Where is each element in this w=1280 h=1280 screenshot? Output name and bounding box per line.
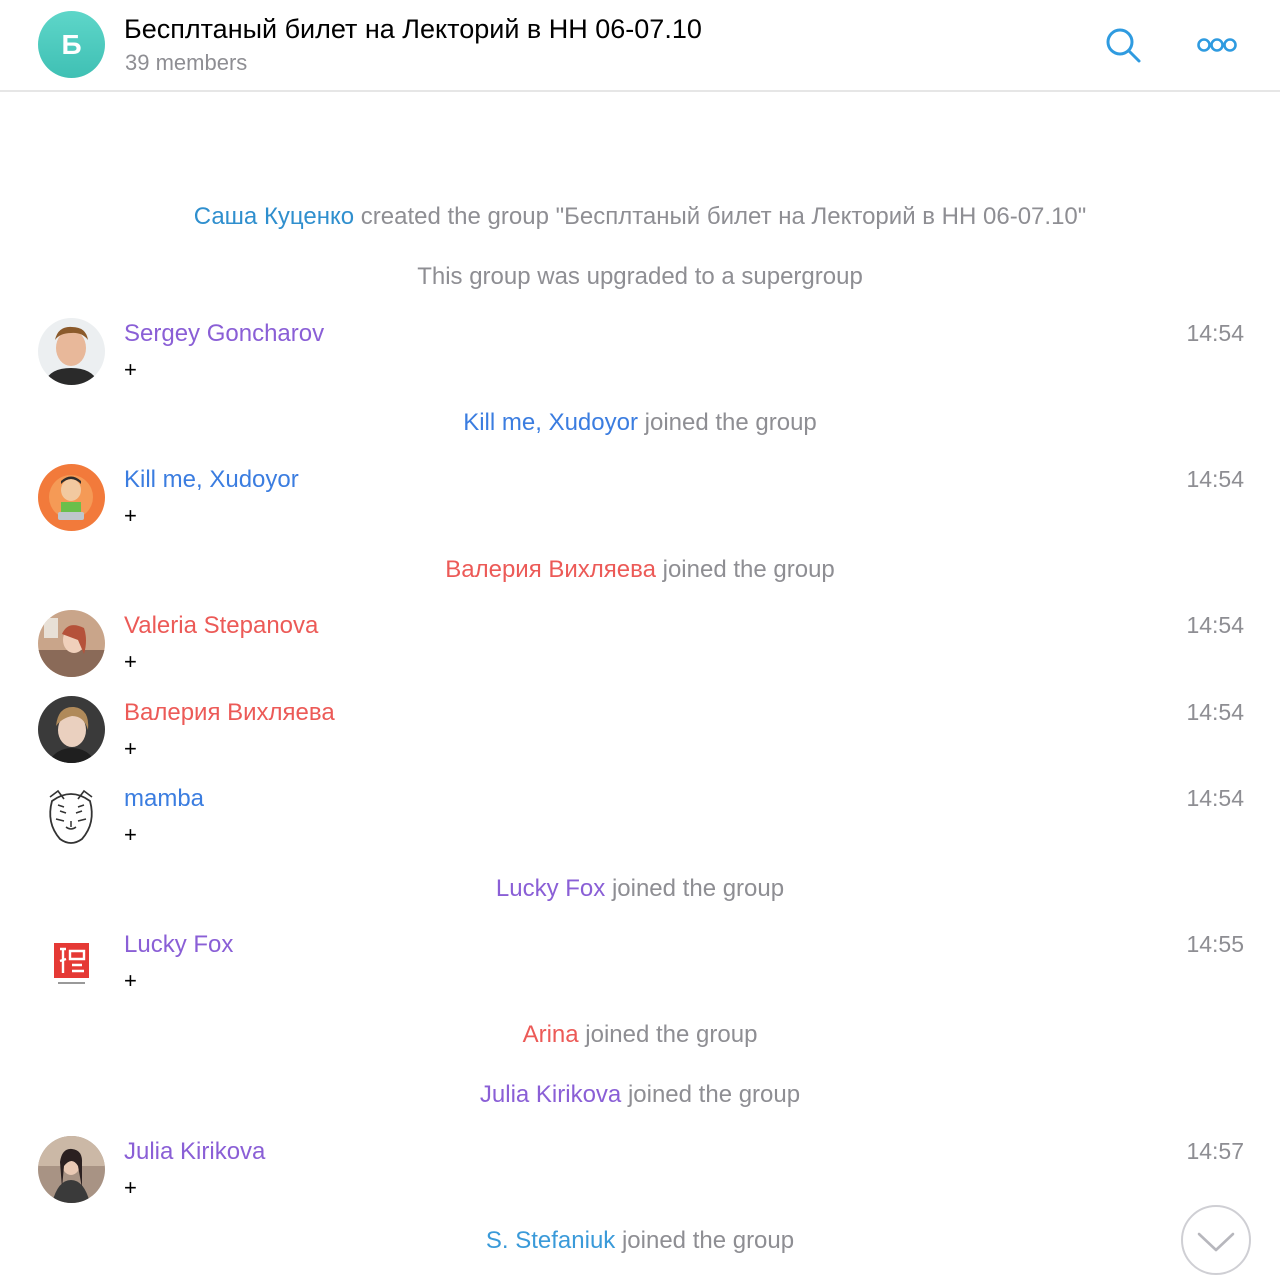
service-actor[interactable]: Kill me, Xudoyor bbox=[463, 409, 638, 436]
message-time: 14:54 bbox=[1186, 785, 1244, 811]
message-author[interactable]: Kill me, Xudoyor bbox=[124, 466, 299, 494]
message-author[interactable]: Valeria Stepanova bbox=[124, 612, 318, 640]
service-actor[interactable]: Arina bbox=[523, 1021, 579, 1048]
message-author[interactable]: Валерия Вихляева bbox=[124, 699, 335, 727]
search-icon bbox=[1106, 28, 1141, 63]
tiger-sketch-icon bbox=[38, 783, 105, 850]
message-time: 14:54 bbox=[1186, 699, 1244, 725]
service-message: Lucky Fox joined the group bbox=[0, 875, 1280, 903]
message-text: + bbox=[124, 1175, 137, 1200]
service-actor[interactable]: S. Stefaniuk bbox=[486, 1227, 615, 1254]
chat-header: Б Бесплтаный билет на Лекторий в НН 06-0… bbox=[0, 0, 1280, 92]
message-time: 14:55 bbox=[1186, 931, 1244, 957]
message-text: + bbox=[124, 822, 137, 847]
message-author[interactable]: Sergey Goncharov bbox=[124, 320, 324, 348]
message-time: 14:54 bbox=[1186, 612, 1244, 638]
service-message: This group was upgraded to a supergroup bbox=[0, 263, 1280, 291]
member-count: 39 members bbox=[125, 50, 248, 75]
avatar[interactable] bbox=[38, 696, 105, 763]
service-message: Arina joined the group bbox=[0, 1021, 1280, 1049]
message-text: + bbox=[124, 503, 137, 528]
user-photo-icon bbox=[38, 318, 105, 385]
message-time: 14:57 bbox=[1186, 1138, 1244, 1164]
user-photo-icon bbox=[38, 610, 105, 677]
scroll-to-bottom-button[interactable] bbox=[1181, 1205, 1251, 1275]
service-text: joined the group bbox=[655, 556, 835, 583]
message-author[interactable]: Julia Kirikova bbox=[124, 1138, 265, 1166]
more-button[interactable] bbox=[1192, 28, 1242, 62]
service-message: S. Stefaniuk joined the group bbox=[0, 1227, 1280, 1255]
avatar[interactable] bbox=[38, 610, 105, 677]
search-button[interactable] bbox=[1100, 22, 1146, 68]
service-message: Валерия Вихляева joined the group bbox=[0, 556, 1280, 584]
chevron-down-icon bbox=[1197, 1232, 1235, 1252]
service-actor[interactable]: Julia Kirikova bbox=[480, 1081, 621, 1108]
cartoon-avatar-icon bbox=[38, 464, 105, 531]
service-text: created the group "Бесплтаный билет на Л… bbox=[354, 203, 1087, 230]
service-text: joined the group bbox=[615, 1227, 795, 1254]
message-text: + bbox=[124, 968, 137, 993]
avatar[interactable] bbox=[38, 464, 105, 531]
service-text: This group was upgraded to a supergroup bbox=[417, 263, 863, 290]
more-icon bbox=[1197, 38, 1237, 52]
service-text: joined the group bbox=[621, 1081, 801, 1108]
message-text: + bbox=[124, 649, 137, 674]
user-photo-icon bbox=[38, 1136, 105, 1203]
service-text: joined the group bbox=[605, 875, 785, 902]
avatar[interactable] bbox=[38, 929, 105, 996]
group-avatar[interactable]: Б bbox=[38, 11, 105, 78]
message-text: + bbox=[124, 736, 137, 761]
service-message: Kill me, Xudoyor joined the group bbox=[0, 409, 1280, 437]
service-actor[interactable]: Саша Куценко bbox=[194, 203, 354, 230]
service-actor[interactable]: Lucky Fox bbox=[496, 875, 605, 902]
lucky-fox-logo-icon bbox=[38, 929, 105, 996]
service-text: joined the group bbox=[578, 1021, 758, 1048]
service-message: Саша Куценко created the group "Бесплтан… bbox=[0, 203, 1280, 231]
avatar[interactable] bbox=[38, 318, 105, 385]
service-text: joined the group bbox=[637, 409, 817, 436]
service-message: Julia Kirikova joined the group bbox=[0, 1081, 1280, 1109]
chat-title[interactable]: Бесплтаный билет на Лекторий в НН 06-07.… bbox=[124, 14, 702, 45]
message-time: 14:54 bbox=[1186, 320, 1244, 346]
message-author[interactable]: mamba bbox=[124, 785, 204, 813]
avatar[interactable] bbox=[38, 1136, 105, 1203]
message-time: 14:54 bbox=[1186, 466, 1244, 492]
message-author[interactable]: Lucky Fox bbox=[124, 931, 233, 959]
service-actor[interactable]: Валерия Вихляева bbox=[445, 556, 656, 583]
avatar[interactable] bbox=[38, 783, 105, 850]
user-photo-icon bbox=[38, 696, 105, 763]
message-text: + bbox=[124, 357, 137, 382]
